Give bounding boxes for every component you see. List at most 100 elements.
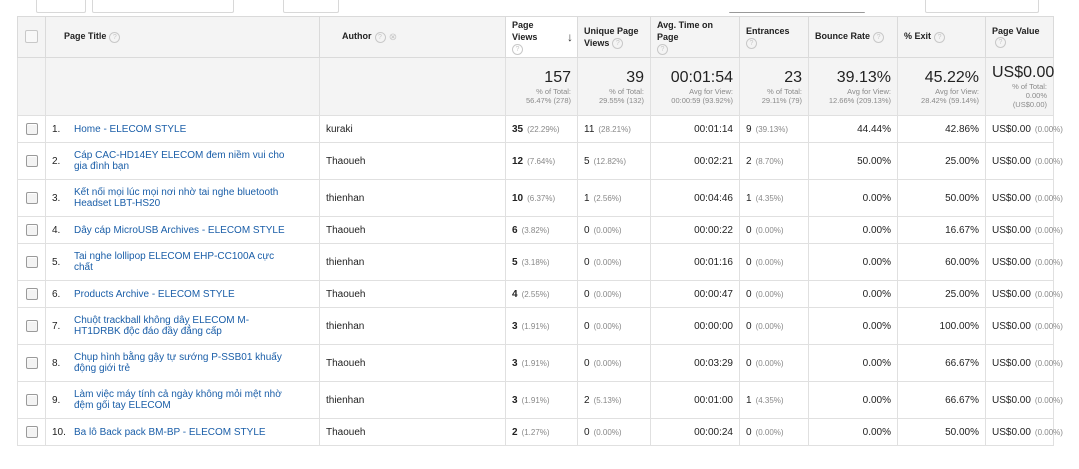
help-icon[interactable]: ? (612, 38, 624, 50)
page-views-cell: 4 (2.55%) (505, 280, 578, 308)
col-author-label: Author (342, 31, 372, 42)
row-checkbox[interactable] (25, 224, 38, 236)
page-views-cell: 12 (7.64%) (505, 142, 578, 180)
page-title-link[interactable]: Dây cáp MicroUSB Archives - ELECOM STYLE (74, 225, 313, 236)
help-icon[interactable]: ? (109, 31, 121, 43)
col-avg-time[interactable]: Avg. Time on Page? (650, 16, 740, 58)
row-select-cell[interactable] (17, 142, 46, 180)
col-unique-page-views-label: Unique Page Views (584, 25, 639, 48)
col-entrances[interactable]: Entrances? (739, 16, 809, 58)
toolbar-control[interactable] (92, 0, 234, 13)
page-title-link[interactable]: Kết nối mọi lúc mọi nơi nhờ tai nghe blu… (74, 187, 313, 209)
page-title-link[interactable]: Home - ELECOM STYLE (74, 124, 313, 135)
bounce-rate-cell: 50.00% (808, 142, 898, 180)
total-value: 00:01:54 (670, 68, 733, 86)
entrances-value: 0 (746, 320, 752, 332)
author-cell[interactable]: thienhan (319, 307, 506, 345)
page-title-link[interactable]: Chụp hình bằng gậy tự sướng P-SSB01 khuấ… (74, 352, 313, 374)
total-exit: 45.22% Avg for View: 28.42% (59.14%) (897, 57, 986, 116)
row-select-cell[interactable] (17, 344, 46, 382)
row-select-cell[interactable] (17, 115, 46, 143)
unique-page-views-pct: (5.13%) (593, 395, 622, 405)
col-page-value[interactable]: Page Value? (985, 16, 1054, 58)
bounce-rate-cell: 0.00% (808, 381, 898, 419)
author-cell[interactable]: Thaoueh (319, 418, 506, 446)
page-views-pct: (1.91%) (521, 321, 550, 331)
help-icon[interactable]: ? (746, 38, 757, 50)
col-bounce-rate[interactable]: Bounce Rate? (808, 16, 898, 58)
toolbar-control[interactable] (283, 0, 339, 13)
toolbar-control[interactable] (36, 0, 86, 13)
author-cell[interactable]: thienhan (319, 243, 506, 281)
row-select-cell[interactable] (17, 216, 46, 244)
col-page-views[interactable]: Page Views? ↓ (505, 16, 578, 58)
row-select-cell[interactable] (17, 307, 46, 345)
row-checkbox[interactable] (25, 320, 38, 332)
row-checkbox[interactable] (25, 192, 38, 204)
unique-page-views-pct: (0.00%) (593, 358, 622, 368)
select-all-cell[interactable] (17, 16, 46, 58)
sort-descending-icon[interactable]: ↓ (567, 30, 573, 44)
author-cell[interactable]: Thaoueh (319, 142, 506, 180)
page-views-cell: 2 (1.27%) (505, 418, 578, 446)
page-title-link[interactable]: Cáp CAC-HD14EY ELECOM đem niềm vui cho g… (74, 150, 313, 172)
row-checkbox[interactable] (25, 123, 38, 135)
help-icon[interactable]: ? (512, 44, 523, 56)
page-title-link[interactable]: Products Archive - ELECOM STYLE (74, 289, 313, 300)
row-checkbox[interactable] (25, 426, 38, 438)
entrances-pct: (39.13%) (755, 124, 789, 134)
row-select-cell[interactable] (17, 179, 46, 217)
col-page-title[interactable]: Page Title? (45, 16, 320, 58)
entrances-pct: (8.70%) (755, 156, 784, 166)
avg-time-cell: 00:02:21 (650, 142, 740, 180)
row-checkbox[interactable] (25, 357, 38, 369)
table-row: 9. Làm việc máy tính cả ngày không mỏi mệ… (17, 381, 1063, 419)
page-views-pct: (2.55%) (521, 289, 550, 299)
page-title-link[interactable]: Ba lô Back pack BM-BP - ELECOM STYLE (74, 427, 313, 438)
row-checkbox[interactable] (25, 288, 38, 300)
page-title-cell: 3. Kết nối mọi lúc mọi nơi nhờ tai nghe b… (45, 179, 320, 217)
col-unique-page-views[interactable]: Unique Page Views? (577, 16, 651, 58)
toolbar-search-line[interactable] (729, 12, 865, 13)
page-views-pct: (3.82%) (521, 225, 550, 235)
row-select-cell[interactable] (17, 280, 46, 308)
help-icon[interactable]: ? (934, 31, 946, 43)
page-title-link[interactable]: Tai nghe lollipop ELECOM EHP-CC100A cực … (74, 251, 313, 273)
total-sub: 12.66% (209.13%) (828, 95, 891, 105)
author-cell[interactable]: kuraki (319, 115, 506, 143)
page-views-cell: 3 (1.91%) (505, 381, 578, 419)
report-table: Page Title? Author? ⊗ Page Views? ↓ Unique… (17, 16, 1063, 446)
row-checkbox[interactable] (25, 256, 38, 268)
entrances-cell: 0 (0.00%) (739, 216, 809, 244)
row-select-cell[interactable] (17, 418, 46, 446)
exit-cell: 66.67% (897, 381, 986, 419)
unique-page-views-value: 0 (584, 426, 590, 438)
entrances-cell: 9 (39.13%) (739, 115, 809, 143)
help-icon[interactable]: ? (657, 44, 668, 56)
author-cell[interactable]: Thaoueh (319, 216, 506, 244)
remove-dimension-icon[interactable]: ⊗ (389, 32, 398, 42)
entrances-value: 0 (746, 357, 752, 369)
author-cell[interactable]: thienhan (319, 179, 506, 217)
author-cell[interactable]: Thaoueh (319, 280, 506, 308)
author-cell[interactable]: thienhan (319, 381, 506, 419)
page-value-pct: (0.00%) (1034, 358, 1063, 368)
page-title-link[interactable]: Chuột trackball không dây ELECOM M-HT1DR… (74, 315, 313, 337)
col-author[interactable]: Author? ⊗ (319, 16, 506, 58)
help-icon[interactable]: ? (873, 31, 885, 43)
unique-page-views-cell: 11 (28.21%) (577, 115, 651, 143)
select-all-checkbox[interactable] (25, 29, 38, 43)
row-select-cell[interactable] (17, 381, 46, 419)
exit-cell: 42.86% (897, 115, 986, 143)
total-value: US$0.00 (992, 64, 1055, 81)
row-checkbox[interactable] (25, 394, 38, 406)
help-icon[interactable]: ? (374, 31, 386, 43)
row-select-cell[interactable] (17, 243, 46, 281)
row-checkbox[interactable] (25, 155, 38, 167)
col-exit[interactable]: % Exit? (897, 16, 986, 58)
page-title-link[interactable]: Làm việc máy tính cả ngày không mỏi mệt … (74, 389, 313, 411)
toolbar-control[interactable] (925, 0, 1039, 13)
page-title-cell: 2. Cáp CAC-HD14EY ELECOM đem niềm vui cho… (45, 142, 320, 180)
help-icon[interactable]: ? (995, 36, 1006, 48)
author-cell[interactable]: Thaoueh (319, 344, 506, 382)
